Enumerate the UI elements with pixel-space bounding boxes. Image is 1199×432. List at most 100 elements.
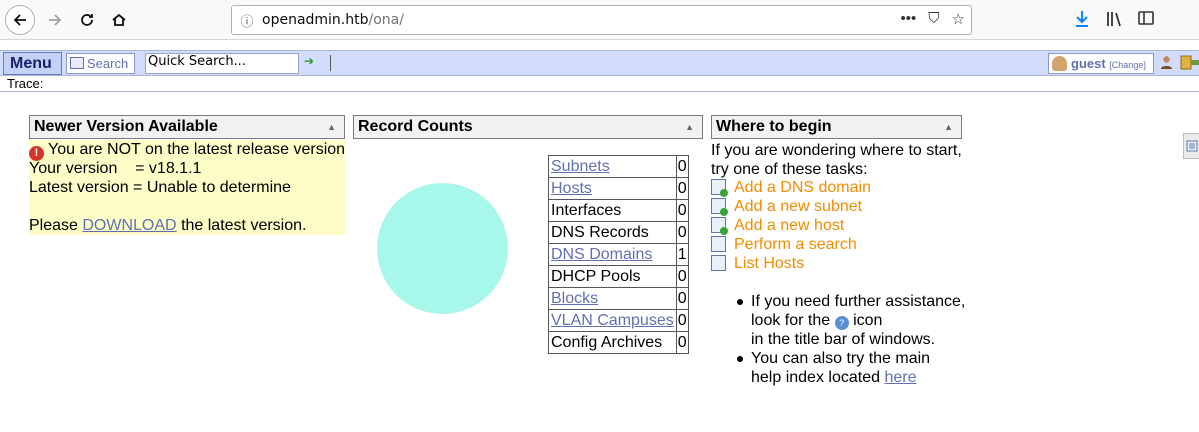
record-counts-table: Subnets 0 Hosts 0 Interfaces 0 DNS Records 0 DNS… — [548, 155, 689, 354]
list-icon — [711, 255, 726, 271]
record-row[interactable]: VLAN Campuses 0 — [548, 309, 689, 332]
record-name[interactable]: Subnets — [551, 158, 610, 175]
record-name-cell: DHCP Pools — [548, 265, 677, 288]
help-line: You can also try the main — [751, 350, 931, 367]
record-row: DHCP Pools 0 — [548, 265, 689, 288]
record-name[interactable]: DNS Domains — [551, 246, 652, 263]
add-doc-icon — [711, 179, 728, 197]
your-version-text: Your version = v18.1.1 — [29, 160, 202, 177]
pocket-icon[interactable]: ⛉ — [928, 10, 939, 28]
newer-version-header[interactable]: Newer Version Available ▲ — [29, 115, 345, 139]
record-count: 0 — [675, 221, 689, 244]
add-doc-icon — [711, 217, 728, 235]
task-list-hosts[interactable]: List Hosts — [711, 255, 804, 273]
user-name: guest — [1071, 56, 1106, 71]
collapse-icon[interactable]: ▲ — [944, 116, 953, 138]
info-icon[interactable]: ⓘ — [232, 11, 262, 30]
home-icon — [112, 13, 126, 26]
search-form-icon — [711, 236, 726, 252]
task-label: Add a new host — [734, 217, 845, 234]
url-text: openadmin.htb/ona/ — [262, 12, 404, 28]
latest-version-text: Latest version = Unable to determine — [29, 179, 291, 196]
home-button[interactable] — [104, 5, 134, 35]
task-label: List Hosts — [734, 255, 805, 272]
task-label: Perform a search — [734, 236, 857, 253]
where-to-begin-intro: If you are wondering where to start, try… — [711, 141, 962, 179]
browser-toolbar: ⓘ openadmin.htb/ona/ ••• ⛉ ☆ — [0, 0, 1199, 40]
record-counts-title: Record Counts — [358, 118, 473, 135]
record-name: DNS Records — [551, 223, 649, 241]
record-counts-header[interactable]: Record Counts ▲ — [353, 115, 703, 139]
add-doc-icon — [711, 198, 728, 216]
record-count: 0 — [675, 265, 689, 288]
help-line: If you need further assistance, — [751, 293, 966, 310]
record-count: 0 — [675, 309, 689, 332]
record-name: Interfaces — [551, 201, 622, 219]
record-name[interactable]: VLAN Campuses — [551, 312, 674, 329]
record-row[interactable]: Subnets 0 — [548, 155, 689, 178]
user-admin-icon[interactable] — [1159, 55, 1174, 70]
back-button[interactable] — [5, 5, 35, 35]
where-to-begin-title: Where to begin — [716, 118, 832, 135]
help-bullet-1: If you need further assistance, look for… — [733, 292, 965, 349]
arrow-right-icon — [49, 14, 62, 26]
toolbar-separator — [330, 55, 331, 71]
collapse-icon[interactable]: ▲ — [327, 116, 336, 138]
forward-button[interactable] — [40, 5, 70, 35]
trace-label: Trace: — [7, 76, 44, 91]
list-icon — [1186, 140, 1198, 152]
logout-icon[interactable] — [1180, 55, 1199, 70]
task-label: Add a new subnet — [734, 198, 863, 215]
where-to-begin-header[interactable]: Where to begin ▲ — [711, 115, 962, 139]
record-name-cell[interactable]: VLAN Campuses — [548, 309, 677, 332]
search-form-icon — [70, 57, 84, 69]
url-bar[interactable]: ⓘ openadmin.htb/ona/ ••• ⛉ ☆ — [231, 5, 972, 35]
intro-line-2: try one of these tasks: — [711, 161, 868, 178]
newer-version-notice: ! You are NOT on the latest release versi… — [29, 140, 345, 235]
record-name[interactable]: Blocks — [551, 290, 598, 307]
download-icon[interactable] — [1073, 9, 1091, 29]
newer-version-title: Newer Version Available — [34, 118, 218, 135]
record-name-cell: Config Archives — [548, 331, 677, 354]
arrow-left-icon — [13, 14, 26, 26]
user-icon — [1052, 56, 1067, 71]
bookmark-star-icon[interactable]: ☆ — [952, 10, 965, 28]
record-name[interactable]: Hosts — [551, 180, 592, 197]
record-name-cell[interactable]: DNS Domains — [548, 243, 677, 266]
download-suffix-text: the latest version. — [181, 217, 307, 234]
record-name-cell[interactable]: Blocks — [548, 287, 677, 310]
task-add-dns-domain[interactable]: Add a DNS domain — [711, 179, 871, 197]
download-link[interactable]: DOWNLOAD — [82, 217, 176, 234]
record-count: 1 — [675, 243, 689, 266]
side-panel-tab[interactable] — [1183, 133, 1199, 159]
record-row[interactable]: DNS Domains 1 — [548, 243, 689, 266]
task-add-subnet[interactable]: Add a new subnet — [711, 198, 862, 216]
help-icon: ? — [834, 316, 849, 330]
reload-icon — [81, 14, 93, 26]
quick-search-input[interactable]: Quick Search... — [145, 53, 299, 74]
please-text: Please — [29, 217, 78, 234]
record-name-cell: Interfaces — [548, 199, 677, 222]
record-count: 0 — [675, 287, 689, 310]
menu-button[interactable]: Menu — [3, 52, 62, 75]
change-user-link[interactable]: [Change] — [1109, 60, 1146, 70]
record-name-cell[interactable]: Hosts — [548, 177, 677, 200]
app-toolbar: Menu Search Quick Search... ➔ guest [Cha… — [0, 50, 1199, 76]
record-counts-pie — [377, 183, 508, 314]
go-arrow-icon[interactable]: ➔ — [304, 54, 314, 68]
page-actions-icon[interactable]: ••• — [901, 10, 917, 28]
user-box[interactable]: guest [Change] — [1048, 53, 1154, 74]
task-perform-search[interactable]: Perform a search — [711, 236, 857, 254]
sidebar-icon[interactable] — [1137, 9, 1155, 27]
collapse-icon[interactable]: ▲ — [685, 116, 694, 138]
record-row[interactable]: Hosts 0 — [548, 177, 689, 200]
record-row: DNS Records 0 — [548, 221, 689, 244]
record-name-cell[interactable]: Subnets — [548, 155, 677, 178]
record-row[interactable]: Blocks 0 — [548, 287, 689, 310]
record-name: DHCP Pools — [551, 267, 641, 285]
help-index-link[interactable]: here — [884, 369, 916, 386]
search-button[interactable]: Search — [66, 53, 135, 74]
library-icon[interactable] — [1105, 9, 1125, 29]
task-add-host[interactable]: Add a new host — [711, 217, 844, 235]
reload-button[interactable] — [72, 5, 102, 35]
